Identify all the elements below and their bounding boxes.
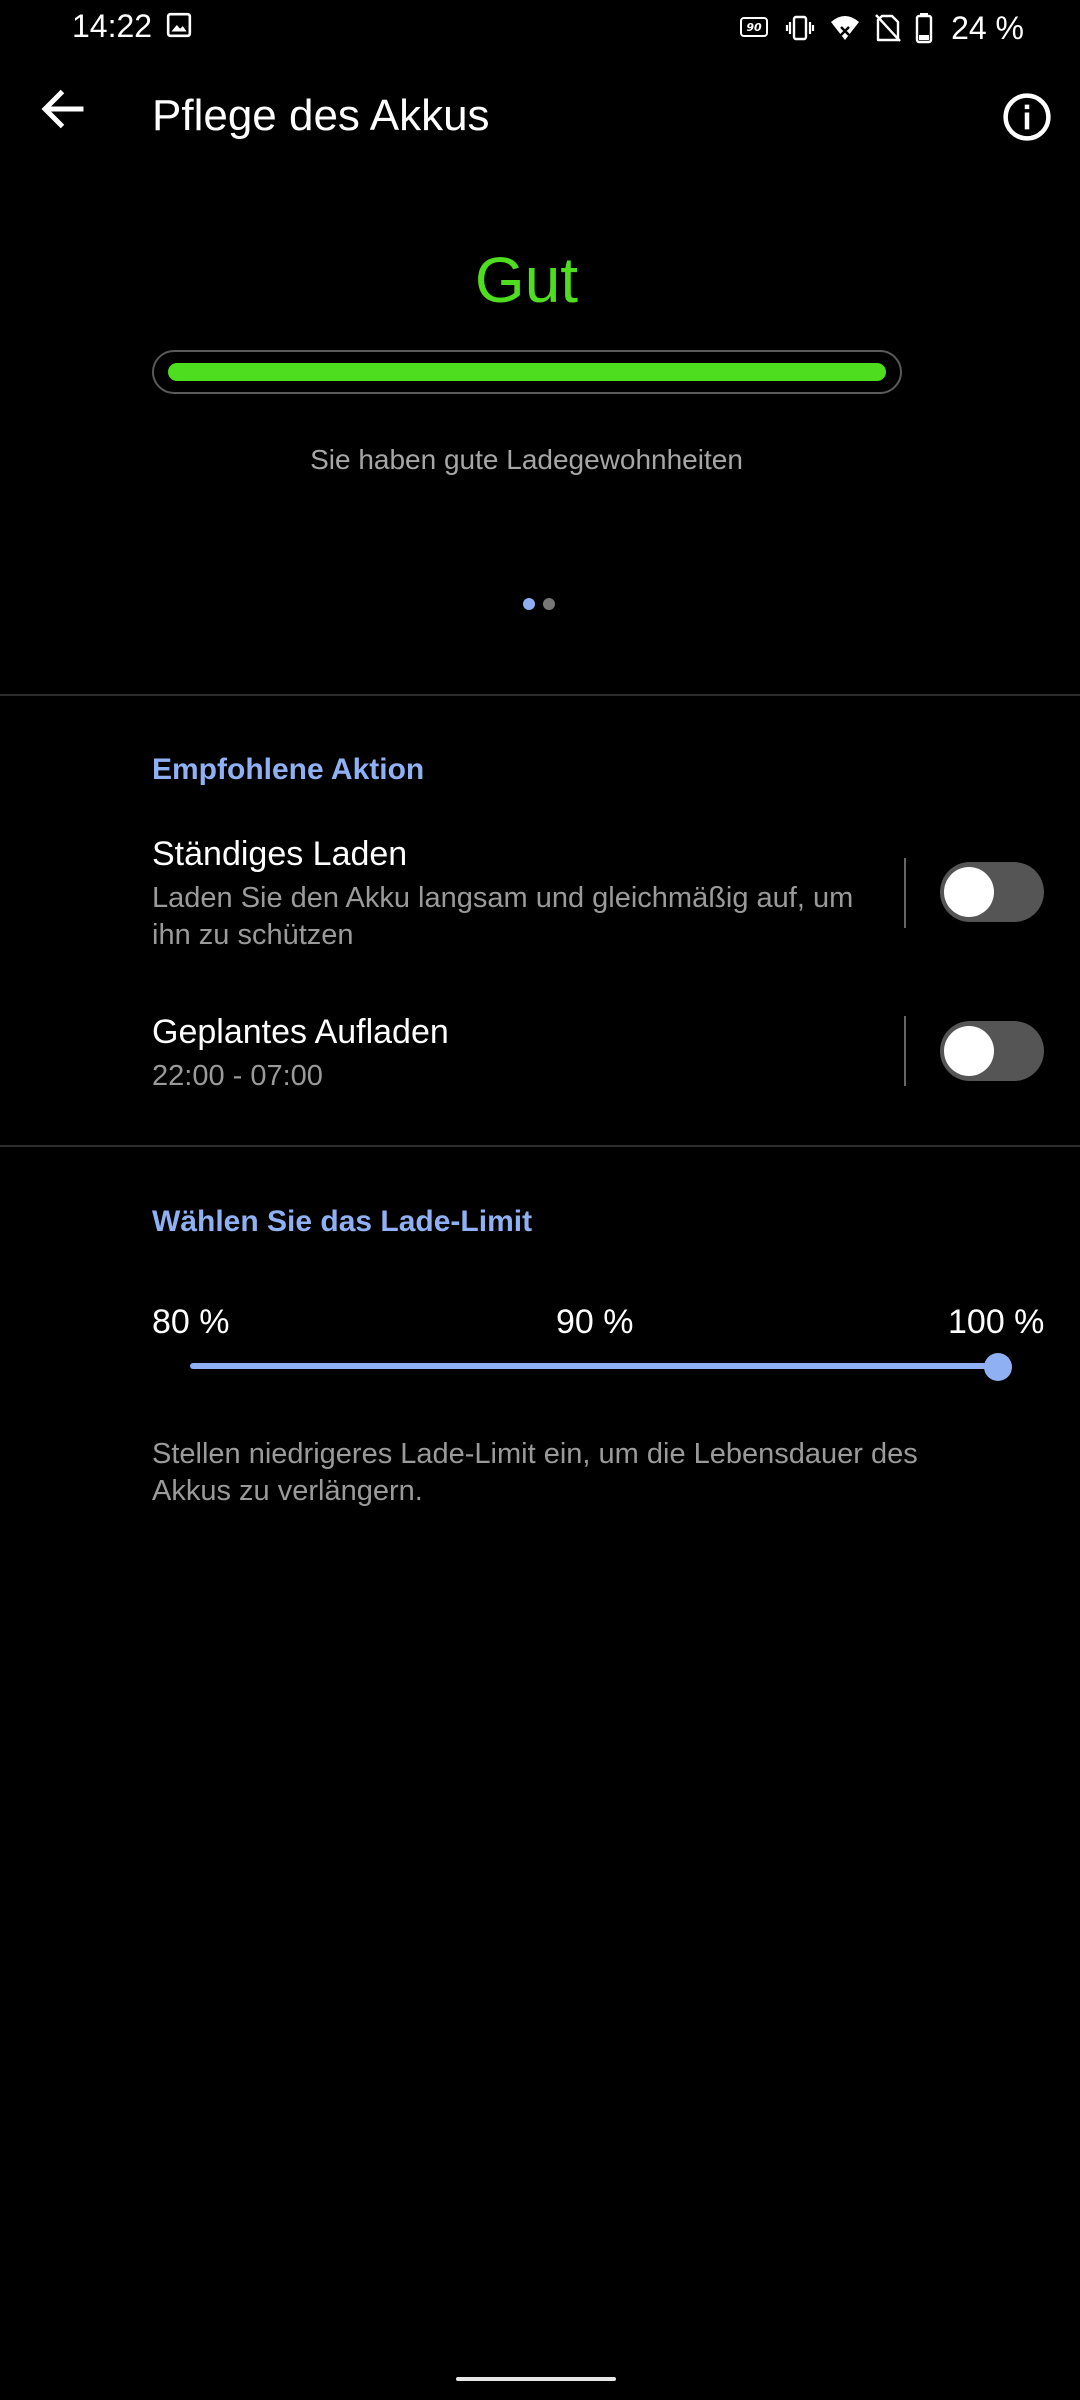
no-sim-icon bbox=[875, 14, 901, 42]
scheduled-charging-time: 22:00 - 07:00 bbox=[152, 1060, 323, 1092]
limit-option-80[interactable]: 80 % bbox=[152, 1300, 230, 1344]
gallery-icon bbox=[166, 12, 192, 38]
health-bar bbox=[152, 350, 902, 394]
vertical-separator bbox=[904, 1016, 906, 1086]
page-indicator-dot-2[interactable] bbox=[543, 598, 555, 610]
status-icons: 90 24 % bbox=[739, 8, 1024, 48]
toggle-knob bbox=[944, 867, 994, 917]
home-indicator[interactable] bbox=[456, 2377, 616, 2381]
charge-limit-slider-thumb[interactable] bbox=[984, 1353, 1012, 1381]
scheduled-charging-title[interactable]: Geplantes Aufladen bbox=[152, 1010, 449, 1054]
battery-icon bbox=[915, 13, 933, 44]
recommended-section-title: Empfohlene Aktion bbox=[152, 753, 425, 786]
limit-option-90[interactable]: 90 % bbox=[556, 1300, 634, 1344]
health-message: Sie haben gute Ladegewohnheiten bbox=[310, 444, 743, 475]
svg-text:90: 90 bbox=[746, 21, 762, 34]
limit-option-100[interactable]: 100 % bbox=[948, 1300, 1044, 1344]
toggle-knob bbox=[944, 1026, 994, 1076]
info-icon[interactable] bbox=[1000, 90, 1054, 144]
wifi-icon bbox=[831, 16, 860, 40]
steady-charging-description: Laden Sie den Akku langsam und gleichmäß… bbox=[152, 882, 854, 951]
battery-percent: 24 % bbox=[951, 10, 1024, 46]
page-title: Pflege des Akkus bbox=[152, 91, 490, 140]
steady-charging-toggle[interactable] bbox=[940, 862, 1044, 922]
vertical-separator bbox=[904, 858, 906, 928]
status-time: 14:22 bbox=[72, 8, 153, 44]
steady-charging-title[interactable]: Ständiges Laden bbox=[152, 832, 407, 876]
refresh-rate-90hz-icon: 90 bbox=[740, 17, 769, 37]
charge-limit-slider-track[interactable] bbox=[190, 1363, 998, 1369]
charge-limit-note: Stellen niedrigeres Lade-Limit ein, um d… bbox=[152, 1438, 918, 1507]
section-divider bbox=[0, 1145, 1080, 1147]
section-divider bbox=[0, 694, 1080, 696]
scheduled-charging-toggle[interactable] bbox=[940, 1021, 1044, 1081]
vibrate-icon bbox=[785, 15, 815, 41]
page-indicator-dot-1[interactable] bbox=[523, 598, 535, 610]
page-indicator bbox=[523, 598, 555, 610]
status-bar: 14:22 90 24 % bbox=[0, 0, 1080, 60]
charge-limit-section-title: Wählen Sie das Lade-Limit bbox=[152, 1205, 533, 1238]
health-bar-fill bbox=[168, 363, 886, 381]
health-status: Gut bbox=[474, 244, 579, 316]
back-arrow-icon[interactable] bbox=[36, 82, 90, 136]
